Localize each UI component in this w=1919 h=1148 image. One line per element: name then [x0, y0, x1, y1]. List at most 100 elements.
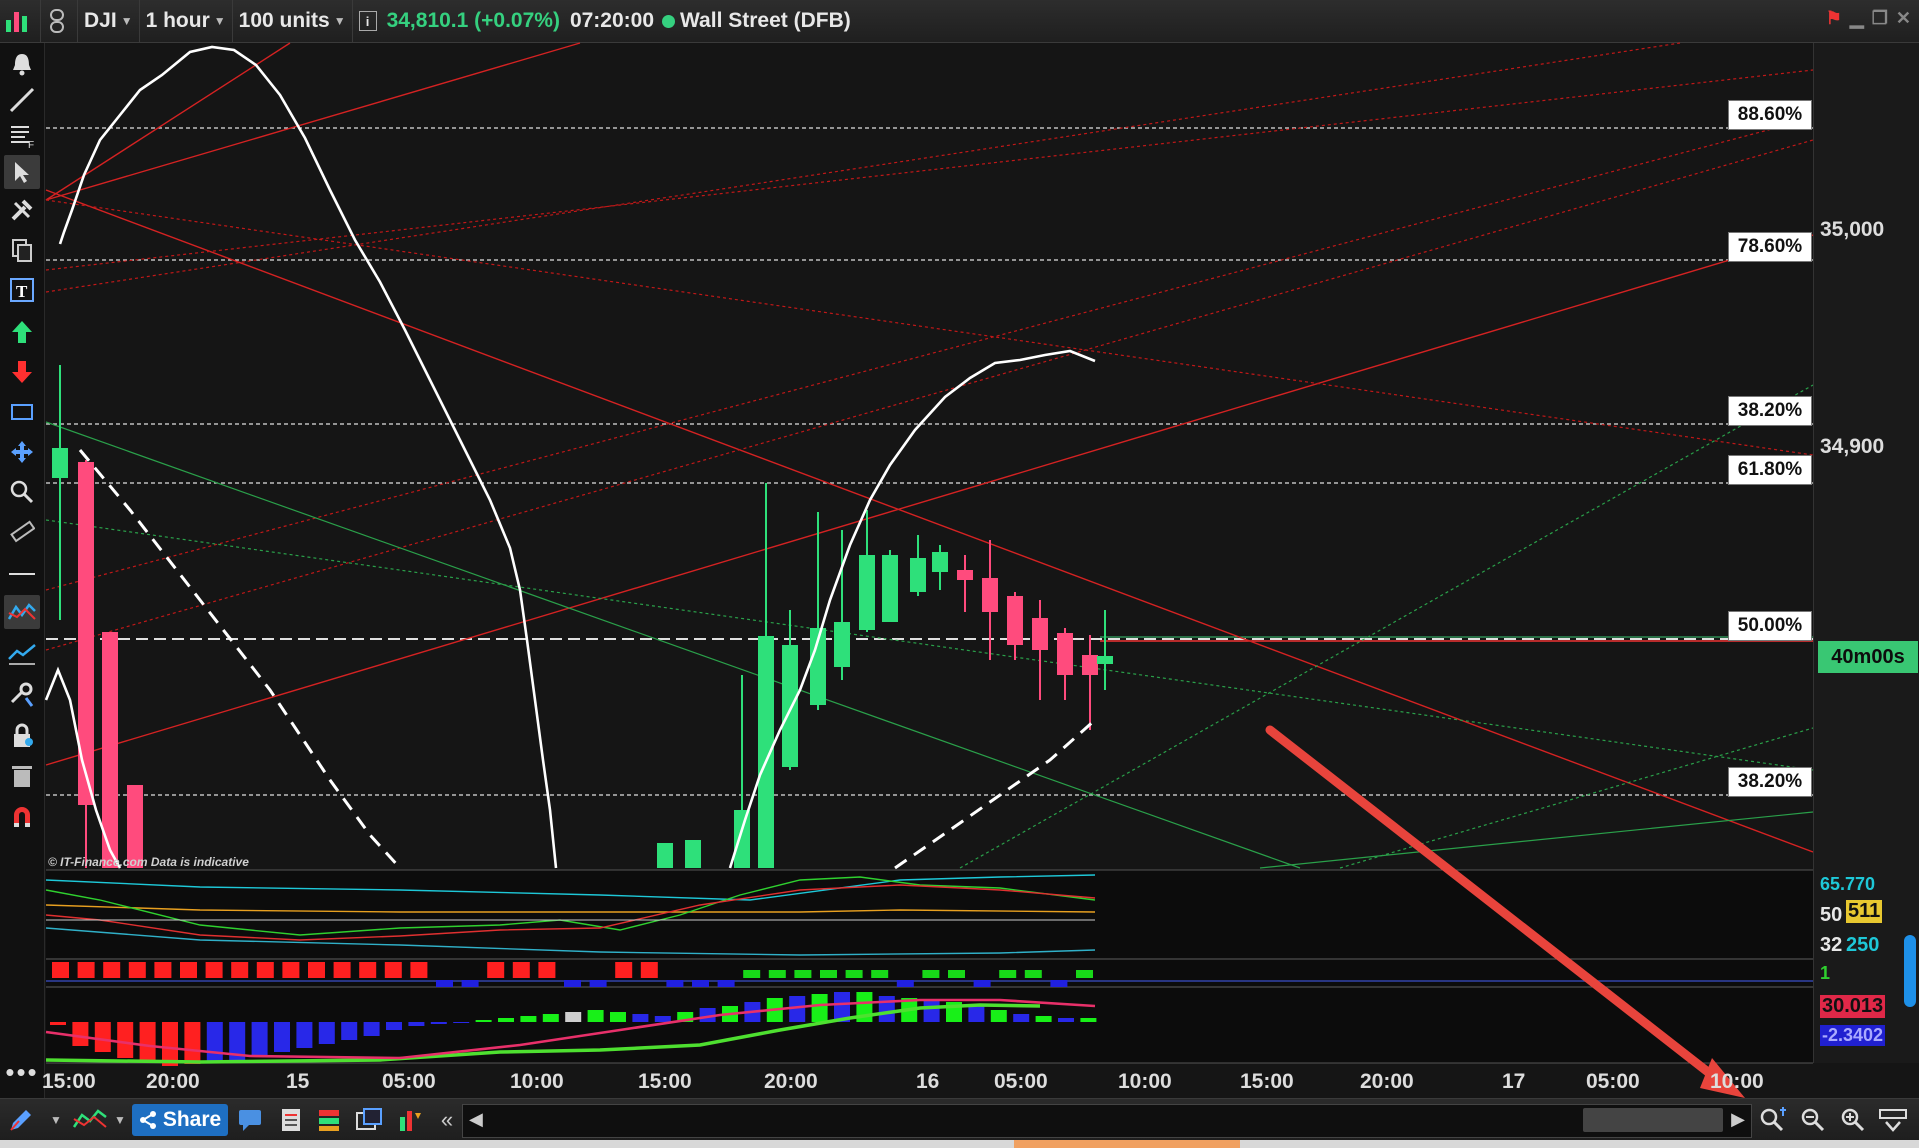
- panel3-value-3: -2.3402: [1820, 1025, 1886, 1046]
- x-tick-label: 05:00: [382, 1070, 436, 1093]
- panel1-value-4: 32: [1820, 934, 1843, 956]
- histogram-bar: [453, 1022, 470, 1023]
- signal-block: [52, 962, 69, 978]
- histogram-bar: [968, 1006, 985, 1022]
- candle-countdown: 40m00s: [1818, 641, 1918, 673]
- signal-block: [845, 970, 863, 978]
- screenshot-button[interactable]: [354, 1105, 384, 1135]
- histogram-bar: [475, 1020, 492, 1022]
- signal-block: [308, 962, 325, 978]
- signal-block: [128, 962, 146, 978]
- scroll-right-icon[interactable]: ▶: [1731, 1109, 1745, 1130]
- draw-menu-button[interactable]: [6, 1105, 36, 1135]
- signal-block: [999, 970, 1017, 978]
- price-chart[interactable]: [0, 0, 1813, 1098]
- fit-all-button[interactable]: [1878, 1105, 1908, 1135]
- comment-icon: [239, 1110, 261, 1131]
- alerts-button[interactable]: [394, 1105, 424, 1135]
- histogram-bar: [162, 1022, 178, 1066]
- histogram-bar: [94, 1022, 111, 1052]
- histogram-bar: [878, 996, 895, 1022]
- candle-body: [834, 622, 850, 667]
- zoom-in-button[interactable]: [1838, 1105, 1868, 1135]
- fib-label-78-6: 78.60%: [1728, 232, 1812, 262]
- comment-button[interactable]: [236, 1105, 266, 1135]
- report-button[interactable]: [276, 1105, 306, 1135]
- signal-block: [564, 980, 581, 987]
- histogram-bar: [654, 1016, 671, 1022]
- chart-style-icon: [72, 1109, 107, 1128]
- candle-body: [982, 578, 998, 612]
- candle-body: [782, 645, 798, 767]
- signal-block: [333, 962, 351, 978]
- candle-body: [1007, 596, 1023, 645]
- histogram-bar: [50, 1022, 66, 1025]
- minimize-icon[interactable]: ▁: [1850, 8, 1864, 29]
- signal-block: [615, 962, 633, 978]
- time-scrollbar[interactable]: ◀ ▶: [462, 1104, 1752, 1138]
- signal-block: [154, 962, 172, 978]
- scroll-handle-right[interactable]: [1904, 935, 1916, 1007]
- histogram-bar: [498, 1018, 514, 1022]
- collapse-left-button[interactable]: «: [432, 1105, 462, 1135]
- signal-block: [1050, 980, 1068, 987]
- histogram-bar: [184, 1022, 201, 1064]
- signal-block: [359, 962, 377, 978]
- restore-icon[interactable]: ❐: [1872, 8, 1888, 29]
- chart-style-button[interactable]: [70, 1105, 110, 1135]
- alert-icon[interactable]: ⚑: [1826, 8, 1842, 29]
- signal-block: [231, 962, 249, 978]
- scroll-thumb[interactable]: [1583, 1108, 1723, 1132]
- chevron-down-icon[interactable]: ▼: [50, 1113, 62, 1127]
- chevron-down-icon[interactable]: ▼: [114, 1113, 126, 1127]
- histogram-bar: [565, 1012, 582, 1022]
- histogram-bar: [811, 994, 828, 1022]
- share-label: Share: [162, 1108, 222, 1131]
- zoom-fit-button[interactable]: [1758, 1105, 1788, 1135]
- histogram-bar: [117, 1022, 134, 1058]
- signal-block: [384, 962, 402, 978]
- histogram-bar: [520, 1016, 537, 1022]
- signal-block: [205, 962, 223, 978]
- histogram-bar: [341, 1022, 358, 1040]
- signal-block: [640, 962, 658, 978]
- signal-block: [896, 980, 914, 987]
- histogram-bar: [1080, 1018, 1097, 1022]
- y-tick-34900: 34,900: [1820, 435, 1885, 458]
- histogram-bar: [206, 1022, 223, 1062]
- histogram-bar: [1058, 1018, 1074, 1022]
- candle-body: [685, 840, 701, 868]
- signal-block: [436, 980, 453, 987]
- signal-block: [743, 970, 761, 978]
- zoom-out-button[interactable]: [1798, 1105, 1828, 1135]
- signal-block: [666, 980, 684, 987]
- close-icon[interactable]: ✕: [1896, 8, 1911, 29]
- histogram-bar: [1035, 1016, 1052, 1022]
- signal-block: [282, 962, 300, 978]
- signal-block: [487, 962, 505, 978]
- candle-body: [657, 843, 673, 868]
- x-tick-label: 17: [1502, 1070, 1526, 1093]
- signal-block: [820, 970, 837, 978]
- x-tick-label: 05:00: [994, 1070, 1048, 1093]
- signal-block: [256, 962, 274, 978]
- panel1-value-1: 65.770: [1820, 874, 1876, 894]
- histogram-bar: [1013, 1014, 1030, 1022]
- histogram-bar: [274, 1022, 290, 1052]
- report-icon: [282, 1109, 300, 1131]
- order-book-button[interactable]: [314, 1105, 344, 1135]
- x-tick-label: 10:00: [1710, 1070, 1764, 1093]
- signal-block: [973, 980, 991, 987]
- histogram-bar: [610, 1012, 626, 1022]
- bottom-toolbar: ▼ ▼ Share « ◀ ▶: [0, 1098, 1919, 1141]
- x-tick-label: 10:00: [1118, 1070, 1172, 1093]
- screenshot-icon: [356, 1108, 382, 1130]
- histogram-bar: [386, 1022, 402, 1030]
- share-button[interactable]: Share: [132, 1104, 228, 1136]
- histogram-bar: [408, 1022, 425, 1026]
- histogram-bar: [363, 1022, 380, 1036]
- candle-body: [1032, 618, 1048, 650]
- histogram-bar: [72, 1022, 89, 1046]
- histogram-bar: [251, 1022, 268, 1056]
- scroll-left-icon[interactable]: ◀: [469, 1109, 483, 1130]
